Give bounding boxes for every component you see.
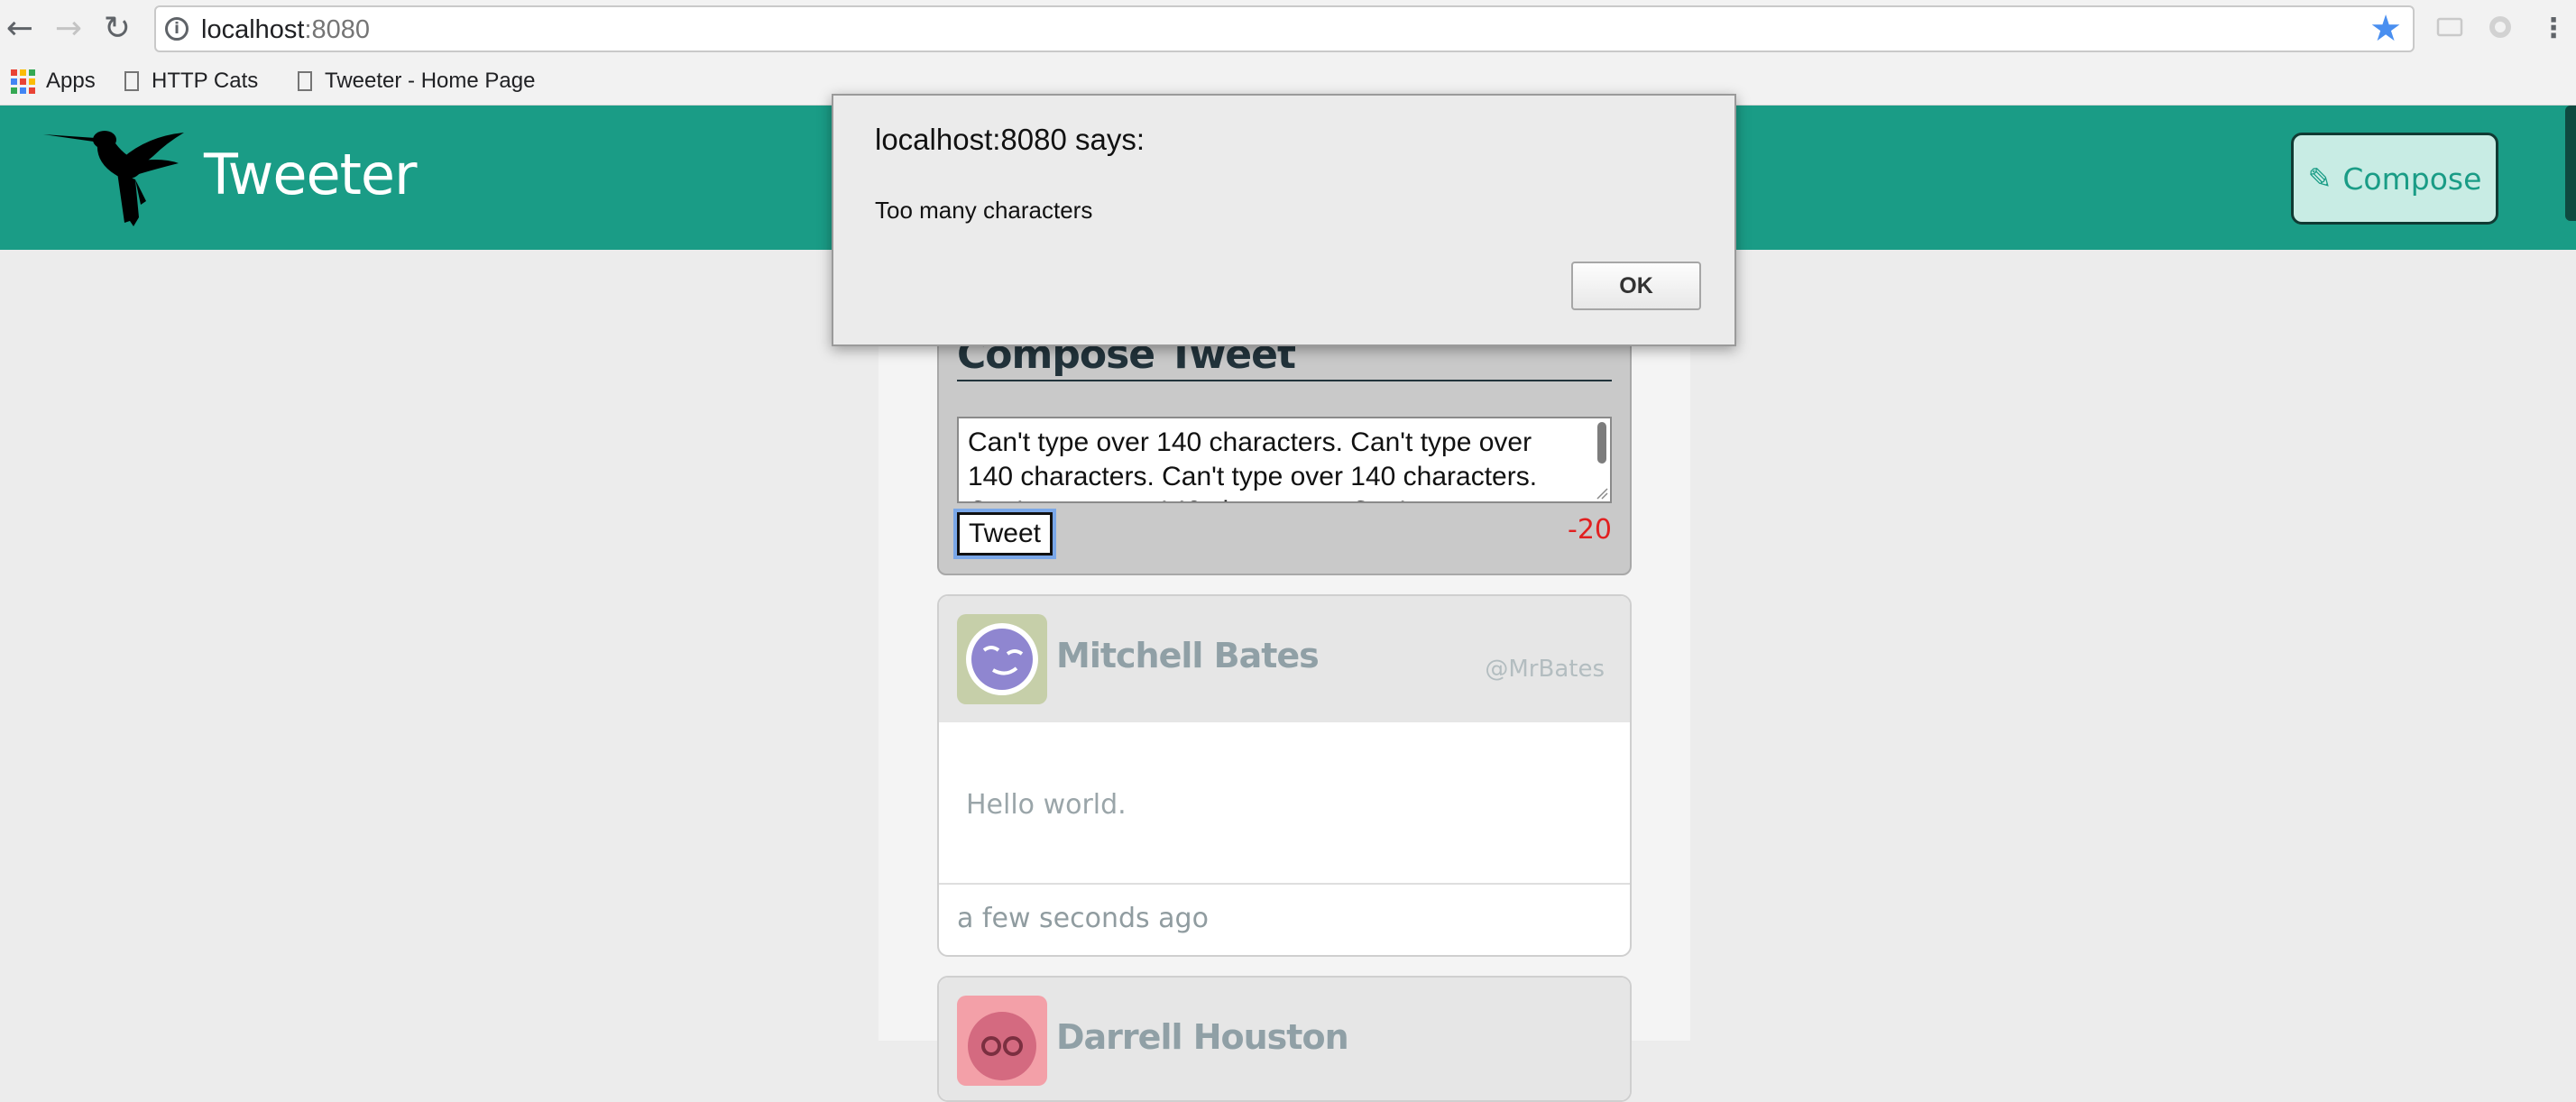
page-scrollbar-thumb[interactable] <box>2565 106 2576 221</box>
character-counter: -20 <box>1568 514 1612 546</box>
alert-ok-button[interactable]: OK <box>1571 262 1701 310</box>
forward-arrow-icon[interactable]: → <box>49 9 88 49</box>
more-menu-icon[interactable]: ⋮ <box>2540 9 2567 49</box>
bookmark-star-icon[interactable]: ★ <box>2369 9 2402 49</box>
url-text[interactable]: localhost:8080 <box>201 15 370 45</box>
user-avatar <box>957 614 1047 704</box>
app-title: Tweeter <box>204 142 418 207</box>
tweet-submit-button[interactable]: Tweet <box>953 509 1056 559</box>
textarea-scrollbar-thumb[interactable] <box>1597 422 1606 464</box>
user-avatar <box>957 996 1047 1086</box>
compose-tweet-panel: Compose Tweet Can't type over 140 charac… <box>937 307 1632 575</box>
tweet-author-handle: @MrBates <box>1485 656 1605 683</box>
tweet-author-name: Darrell Houston <box>1056 1017 1349 1057</box>
tweet-header: Mitchell Bates @MrBates <box>939 596 1630 722</box>
tweet-footer: a few seconds ago <box>939 883 1630 955</box>
bookmark-apps[interactable]: Apps <box>11 66 96 96</box>
alert-dialog: localhost:8080 says: Too many characters… <box>832 94 1736 346</box>
extension-card-icon[interactable] <box>2435 13 2464 41</box>
bookmark-label: Apps <box>46 69 96 93</box>
address-bar[interactable]: i localhost:8080 ★ <box>154 5 2415 52</box>
browser-toolbar: ← → ↻ i localhost:8080 ★ ⋮ <box>0 0 2576 59</box>
bookmark-label: Tweeter - Home Page <box>325 69 536 93</box>
tweet-header: Darrell Houston <box>939 978 1630 1100</box>
alert-message: Too many characters <box>875 197 1093 224</box>
tweet-textarea[interactable]: Can't type over 140 characters. Can't ty… <box>957 417 1612 503</box>
apps-grid-icon <box>11 69 35 94</box>
extension-puzzle-icon[interactable] <box>2486 13 2515 41</box>
document-icon <box>124 71 139 91</box>
edit-pencil-icon: ✎ <box>2307 161 2332 196</box>
alert-title: localhost:8080 says: <box>875 123 1145 156</box>
tweet-card: Darrell Houston <box>937 976 1632 1102</box>
url-port: :8080 <box>304 15 371 44</box>
tweet-author-name: Mitchell Bates <box>1056 636 1320 675</box>
bookmark-http-cats[interactable]: HTTP Cats <box>124 66 258 96</box>
tweet-content: Hello world. <box>966 789 1127 821</box>
tweet-timestamp: a few seconds ago <box>957 903 1209 934</box>
bookmark-tweeter-home[interactable]: Tweeter - Home Page <box>298 66 535 96</box>
document-icon <box>298 71 312 91</box>
hummingbird-logo-icon <box>43 131 184 226</box>
compose-button-label: Compose <box>2342 161 2482 197</box>
reload-icon[interactable]: ↻ <box>97 9 137 49</box>
info-icon[interactable]: i <box>165 17 189 41</box>
compose-button[interactable]: ✎ Compose <box>2291 133 2498 225</box>
resize-grip-icon[interactable] <box>1596 487 1608 500</box>
tweet-card: Mitchell Bates @MrBates Hello world. a f… <box>937 594 1632 957</box>
url-host: localhost <box>201 15 305 44</box>
bookmark-label: HTTP Cats <box>152 69 259 93</box>
back-arrow-icon[interactable]: ← <box>0 9 40 49</box>
tweet-textarea-value: Can't type over 140 characters. Can't ty… <box>968 427 1538 501</box>
